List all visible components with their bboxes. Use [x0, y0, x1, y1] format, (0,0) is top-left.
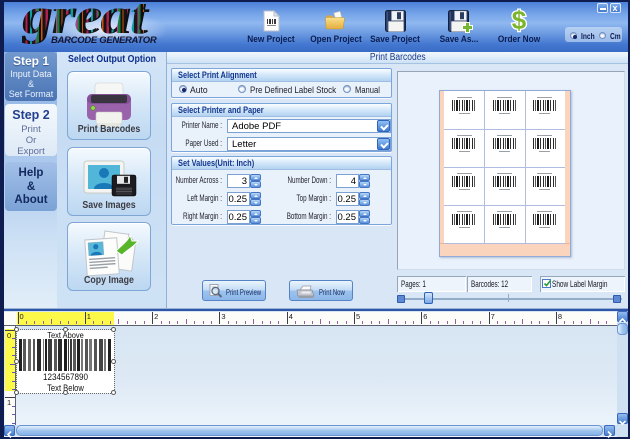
- svg-text:$: $: [512, 8, 527, 33]
